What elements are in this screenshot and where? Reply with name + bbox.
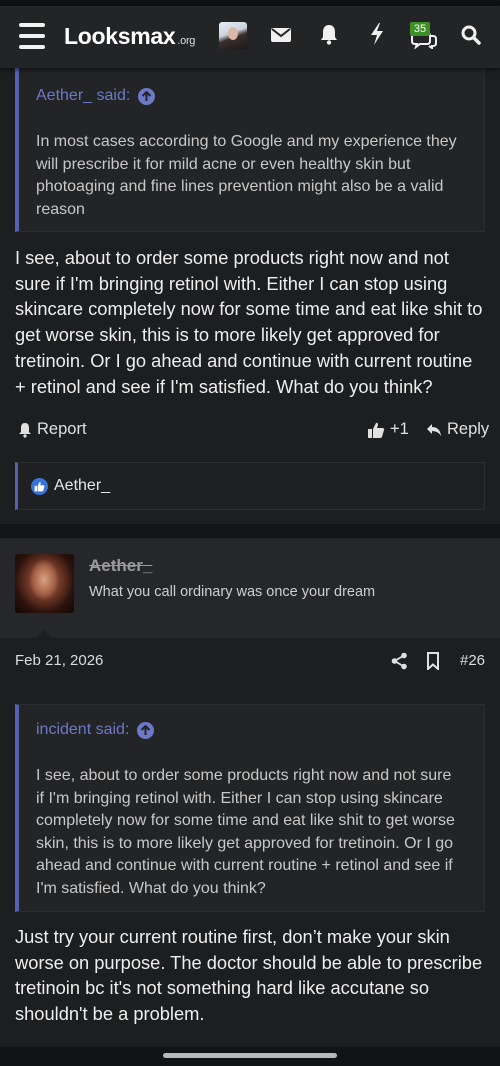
author-caret — [35, 630, 53, 639]
report-label: Report — [37, 420, 87, 438]
thumbs-up-icon — [368, 422, 385, 438]
bell-icon[interactable] — [318, 22, 340, 46]
quote-text: I see, about to order some products righ… — [36, 767, 455, 897]
chat-count-badge: 35 — [410, 22, 430, 36]
reply-label: Reply — [447, 420, 490, 438]
author-avatar[interactable] — [15, 554, 74, 613]
quote-attribution[interactable]: incident said: — [36, 721, 155, 739]
post-body: I see, about to order some products righ… — [15, 247, 483, 397]
go-to-quote-icon[interactable] — [138, 87, 156, 105]
post-body: Just try your current routine first, don… — [15, 926, 483, 1025]
home-gesture-handle[interactable] — [163, 1053, 337, 1058]
reply-button[interactable]: Reply — [426, 420, 489, 439]
author-title: What you call ordinary was once your dre… — [89, 584, 376, 600]
post-date[interactable]: Feb 21, 2026 — [15, 652, 103, 669]
quote-author[interactable]: Aether_ said: — [36, 87, 130, 105]
bookmark-icon[interactable] — [426, 652, 440, 670]
post-number[interactable]: #26 — [460, 652, 485, 669]
go-to-quote-icon[interactable] — [137, 721, 155, 739]
bell-icon — [19, 422, 31, 438]
quote-block: Aether_ said: In most cases according to… — [15, 58, 485, 232]
like-reaction-icon — [31, 477, 48, 495]
post-divider — [0, 524, 500, 538]
site-tld: .org — [177, 35, 196, 47]
like-count: +1 — [390, 420, 409, 438]
author-username[interactable]: Aether_ — [89, 556, 152, 576]
search-icon[interactable] — [460, 24, 482, 46]
reactions-bar[interactable]: Aether_ — [15, 462, 485, 510]
site-name: Looksmax — [64, 23, 176, 49]
site-logo[interactable]: Looksmax .org — [64, 23, 195, 50]
post-author-block: Aether_ What you call ordinary was once … — [0, 538, 500, 639]
share-icon[interactable] — [391, 652, 408, 670]
reaction-user[interactable]: Aether_ — [54, 477, 110, 495]
top-navigation-bar: Looksmax .org 35 — [0, 6, 500, 68]
user-avatar[interactable] — [219, 22, 247, 50]
envelope-icon[interactable] — [270, 24, 292, 46]
lightning-icon[interactable] — [367, 22, 387, 46]
hamburger-menu-icon[interactable] — [18, 23, 46, 49]
quote-block: incident said: I see, about to order som… — [15, 704, 485, 912]
quote-attribution[interactable]: Aether_ said: — [36, 87, 156, 105]
quote-text: In most cases according to Google and my… — [36, 133, 457, 218]
report-button[interactable]: Report — [18, 420, 87, 439]
reply-arrow-icon — [427, 423, 441, 436]
quote-author[interactable]: incident said: — [36, 721, 129, 739]
like-button[interactable]: +1 — [367, 420, 409, 439]
